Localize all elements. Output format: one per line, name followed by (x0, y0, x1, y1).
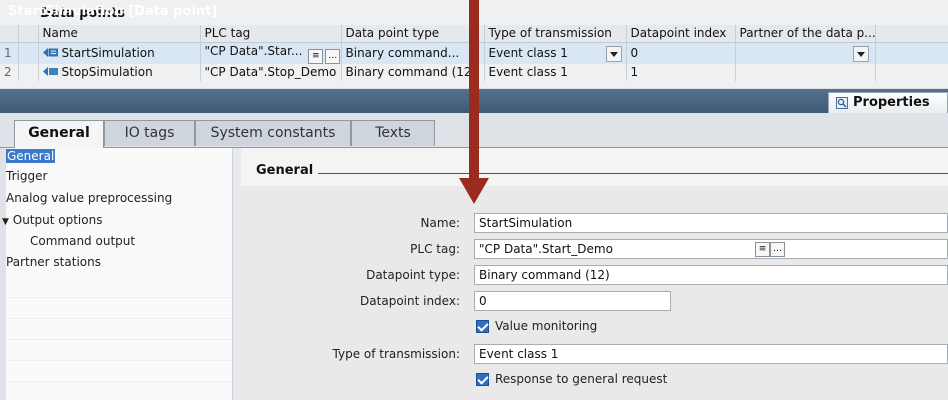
transmission-cell[interactable]: Event class 1 (484, 42, 627, 64)
transmission-label: Type of transmission: (332, 347, 460, 361)
nav-item-general[interactable]: General (6, 148, 56, 164)
column-header-name[interactable]: Name (38, 25, 201, 43)
section-divider (318, 173, 948, 174)
row-number: 2 (0, 64, 19, 81)
value-monitoring-checkbox[interactable] (476, 320, 489, 333)
nav-item-label: Command output (30, 234, 136, 248)
nav-item-label: Output options (12, 213, 103, 227)
tab-general[interactable]: General (14, 120, 104, 148)
column-header-partner[interactable]: Partner of the data p... (735, 25, 876, 43)
property-nav-tree: General Trigger Analog value preprocessi… (2, 148, 233, 400)
index-cell[interactable]: 1 (626, 64, 736, 81)
tag-list-icon[interactable]: ≡ (308, 49, 324, 64)
column-header-transmission[interactable]: Type of transmission (484, 25, 627, 43)
annotation-arrow-shaft (469, 0, 479, 180)
plc-tag-text: "CP Data".Star... (204, 44, 303, 58)
name-cell[interactable]: StartSimulation (38, 42, 201, 64)
general-request-checkbox[interactable] (476, 373, 489, 386)
filler-cell (875, 42, 948, 64)
chevron-down-icon[interactable] (852, 46, 869, 62)
properties-icon (836, 97, 848, 109)
annotation-arrow-head (459, 178, 489, 204)
nav-scrollbar[interactable] (232, 148, 241, 400)
plc-tag-value: "CP Data".Start_Demo (479, 242, 613, 256)
name-cell[interactable]: StopSimulation (38, 64, 201, 81)
browse-button[interactable]: … (325, 49, 340, 64)
name-text: StartSimulation (61, 46, 155, 60)
nav-divider (6, 339, 232, 340)
nav-item-label: General (6, 149, 56, 163)
partner-cell[interactable] (735, 42, 876, 64)
data-point-icon (42, 48, 58, 57)
nav-divider (6, 297, 232, 298)
nav-divider (6, 318, 232, 319)
plc-tag-cell[interactable]: "CP Data".Stop_Demo (200, 64, 342, 81)
name-field[interactable]: StartSimulation (474, 213, 948, 233)
type-cell[interactable]: Binary command... (341, 42, 485, 64)
chevron-down-icon[interactable] (605, 46, 622, 62)
section-title: General (256, 163, 314, 178)
expand-arrow-icon[interactable]: ▼ (2, 217, 9, 227)
row-number: 1 (0, 42, 19, 64)
index-cell[interactable]: 0 (626, 42, 736, 64)
datapoint-index-label: Datapoint index: (360, 294, 460, 308)
properties-tab[interactable]: Properties (828, 92, 948, 113)
row-icon-cell (18, 42, 39, 64)
datapoint-type-label: Datapoint type: (366, 268, 460, 282)
nav-item-label: Analog value preprocessing (6, 191, 173, 205)
nav-item-label: Trigger (6, 169, 48, 183)
nav-item-analog-preprocessing[interactable]: Analog value preprocessing (6, 190, 172, 206)
properties-tab-label: Properties (853, 95, 930, 110)
tag-list-icon[interactable]: ≡ (755, 242, 770, 257)
nav-item-command-output[interactable]: Command output (30, 233, 135, 249)
plc-tag-cell[interactable]: "CP Data".Star... ≡… (200, 42, 342, 64)
nav-divider (6, 360, 232, 361)
general-request-label: Response to general request (495, 372, 668, 386)
column-header-datapoint-index[interactable]: Datapoint index (626, 25, 736, 43)
name-text: StopSimulation (61, 65, 153, 79)
browse-button[interactable]: … (770, 242, 785, 257)
type-cell[interactable]: Binary command (12) (341, 64, 485, 81)
section-header-band (241, 148, 948, 186)
value-monitoring-label: Value monitoring (495, 319, 598, 333)
plc-tag-field[interactable]: "CP Data".Start_Demo ≡ … (474, 239, 948, 259)
transmission-cell[interactable]: Event class 1 (484, 64, 627, 81)
nav-item-trigger[interactable]: Trigger (6, 168, 47, 184)
datapoint-index-field[interactable]: 0 (474, 291, 671, 311)
data-point-icon (42, 67, 58, 76)
tab-system-constants[interactable]: System constants (195, 120, 351, 146)
column-header-filler (875, 25, 948, 43)
nav-item-partner-stations[interactable]: Partner stations (6, 254, 101, 270)
name-label: Name: (420, 216, 460, 230)
tab-texts[interactable]: Texts (351, 120, 435, 146)
column-header-plc-tag[interactable]: PLC tag (200, 25, 342, 43)
datapoint-type-field[interactable]: Binary command (12) (474, 265, 948, 285)
row-num-header (0, 25, 19, 43)
partner-cell[interactable] (735, 64, 876, 81)
tab-io-tags[interactable]: IO tags (104, 120, 195, 146)
filler-cell (875, 64, 948, 81)
nav-item-label: Partner stations (6, 255, 101, 269)
inspector-title: StartSimulation [Data point] (8, 4, 218, 19)
row-icon-cell (18, 64, 39, 81)
plc-tag-label: PLC tag: (410, 242, 460, 256)
transmission-text: Event class 1 (488, 46, 568, 60)
icon-header (18, 25, 39, 43)
nav-item-output-options[interactable]: ▼ Output options (2, 212, 102, 228)
transmission-field[interactable]: Event class 1 (474, 344, 948, 364)
nav-divider (6, 381, 232, 382)
column-header-data-point-type[interactable]: Data point type (341, 25, 485, 43)
